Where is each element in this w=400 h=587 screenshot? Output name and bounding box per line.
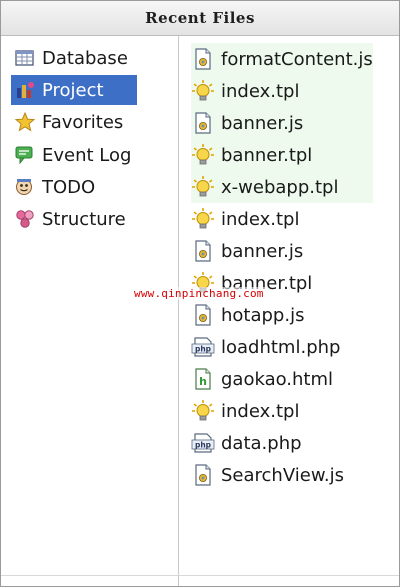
sidebar-item-project[interactable]: Project <box>11 75 137 105</box>
recent-files-popup: Recent Files Database Project Favorites … <box>0 0 400 587</box>
svg-text:php: php <box>195 345 212 354</box>
tpl-file-icon <box>191 207 215 231</box>
file-name: gaokao.html <box>221 368 334 390</box>
popup-title: Recent Files <box>1 1 399 36</box>
js-file-icon <box>191 463 215 487</box>
file-name: data.php <box>221 432 302 454</box>
file-name: x-webapp.tpl <box>221 176 339 198</box>
recent-files-list: formatContent.js index.tpl banner.js ban… <box>179 36 399 586</box>
list-item[interactable]: banner.js <box>191 107 373 139</box>
js-file-icon <box>191 303 215 327</box>
tpl-file-icon <box>191 79 215 103</box>
svg-text:h: h <box>199 375 207 388</box>
todo-icon <box>14 176 36 198</box>
database-icon <box>14 47 36 69</box>
sidebar-item-event-log[interactable]: Event Log <box>11 140 137 170</box>
list-item[interactable]: banner.js <box>191 235 373 267</box>
structure-icon <box>14 208 36 230</box>
sidebar-item-label: Database <box>42 47 128 69</box>
sidebar-item-label: Favorites <box>42 111 124 133</box>
file-name: index.tpl <box>221 400 300 422</box>
tool-window-list: Database Project Favorites Event Log TOD… <box>1 36 179 586</box>
php-file-icon: php <box>191 431 215 455</box>
list-item[interactable]: hotapp.js <box>191 299 373 331</box>
sidebar-item-label: Event Log <box>42 144 132 166</box>
file-name: index.tpl <box>221 208 300 230</box>
list-item[interactable]: index.tpl <box>191 75 373 107</box>
list-item[interactable]: index.tpl <box>191 203 373 235</box>
file-name: index.tpl <box>221 80 300 102</box>
file-name: banner.tpl <box>221 144 313 166</box>
list-item[interactable]: formatContent.js <box>191 43 373 75</box>
js-file-icon <box>191 239 215 263</box>
sidebar-item-label: Project <box>42 79 104 101</box>
sidebar-item-label: TODO <box>42 176 96 198</box>
file-name: banner.js <box>221 240 304 262</box>
tpl-file-icon <box>191 175 215 199</box>
list-item[interactable]: banner.tpl <box>191 139 373 171</box>
list-item[interactable]: h gaokao.html <box>191 363 373 395</box>
svg-text:php: php <box>195 441 212 450</box>
file-name: banner.js <box>221 112 304 134</box>
sidebar-item-favorites[interactable]: Favorites <box>11 107 137 137</box>
list-item[interactable]: php loadhtml.php <box>191 331 373 363</box>
tpl-file-icon <box>191 143 215 167</box>
sidebar-item-structure[interactable]: Structure <box>11 204 137 234</box>
php-file-icon: php <box>191 335 215 359</box>
list-item[interactable]: index.tpl <box>191 395 373 427</box>
sidebar-item-database[interactable]: Database <box>11 43 137 73</box>
list-item[interactable]: php data.php <box>191 427 373 459</box>
event-log-icon <box>14 144 36 166</box>
star-icon <box>14 111 36 133</box>
html-file-icon: h <box>191 367 215 391</box>
file-name: SearchView.js <box>221 464 345 486</box>
project-icon <box>14 79 36 101</box>
sidebar-item-label: Structure <box>42 208 126 230</box>
list-item[interactable]: x-webapp.tpl <box>191 171 373 203</box>
file-name: loadhtml.php <box>221 336 341 358</box>
file-name: formatContent.js <box>221 48 373 70</box>
js-file-icon <box>191 47 215 71</box>
tpl-file-icon <box>191 399 215 423</box>
file-name: hotapp.js <box>221 304 305 326</box>
sidebar-item-todo[interactable]: TODO <box>11 172 137 202</box>
js-file-icon <box>191 111 215 135</box>
bottom-divider <box>1 575 399 576</box>
watermark-text: www.qinpinchang.com <box>133 287 265 300</box>
list-item[interactable]: SearchView.js <box>191 459 373 491</box>
